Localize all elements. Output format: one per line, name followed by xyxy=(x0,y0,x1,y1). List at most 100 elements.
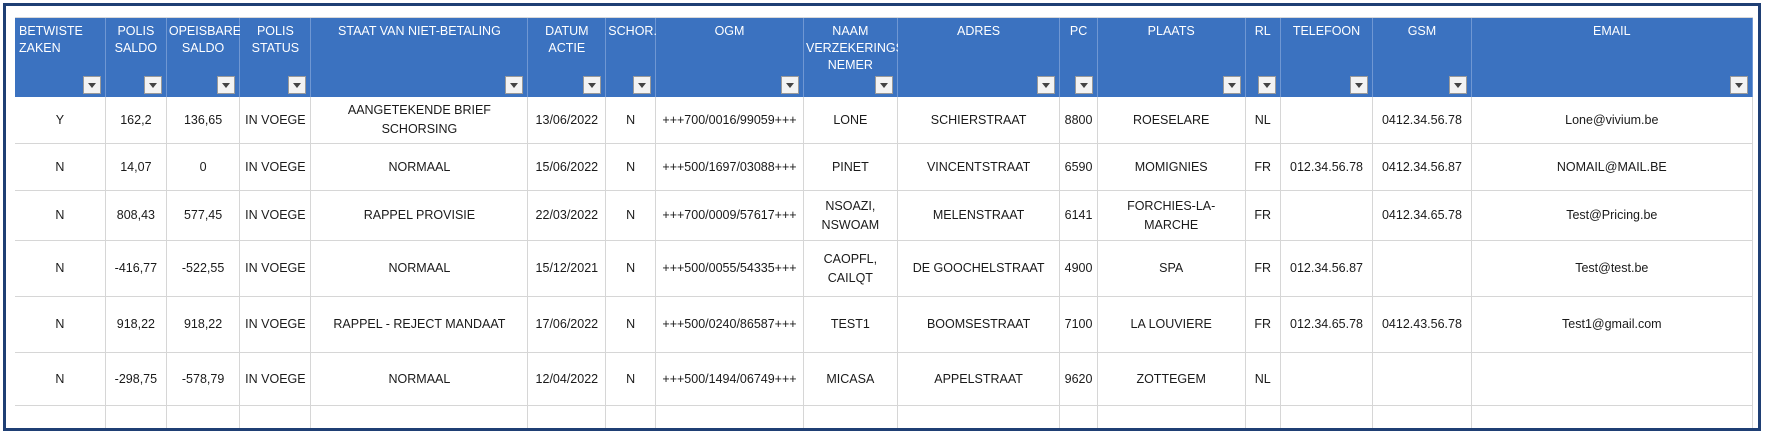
cell-schor[interactable]: N xyxy=(605,352,656,406)
cell-adres[interactable]: BOOMSESTRAAT xyxy=(897,296,1061,353)
cell-staat[interactable]: NORMAAL xyxy=(310,352,529,406)
cell-naam[interactable]: LONE xyxy=(803,97,898,144)
cell-gsm[interactable] xyxy=(1372,352,1472,406)
filter-button-gsm[interactable] xyxy=(1448,76,1467,94)
cell-rl[interactable]: NL xyxy=(1245,97,1281,144)
filter-button-adres[interactable] xyxy=(1037,76,1056,94)
cell-polis_saldo[interactable]: 918,22 xyxy=(105,296,167,353)
cell-datum_actie[interactable]: 15/06/2022 xyxy=(527,143,607,191)
empty-cell[interactable] xyxy=(310,405,529,428)
cell-naam[interactable]: MICASA xyxy=(803,352,898,406)
cell-rl[interactable]: FR xyxy=(1245,240,1281,297)
cell-schor[interactable]: N xyxy=(605,97,656,144)
cell-rl[interactable]: FR xyxy=(1245,143,1281,191)
cell-betwiste[interactable]: Y xyxy=(15,97,106,144)
cell-datum_actie[interactable]: 12/04/2022 xyxy=(527,352,607,406)
cell-email[interactable]: Lone@vivium.be xyxy=(1471,97,1754,144)
cell-betwiste[interactable]: N xyxy=(15,352,106,406)
cell-datum_actie[interactable]: 22/03/2022 xyxy=(527,190,607,241)
cell-telefoon[interactable] xyxy=(1280,190,1374,241)
cell-email[interactable]: NOMAIL@MAIL.BE xyxy=(1471,143,1754,191)
cell-email[interactable] xyxy=(1471,352,1754,406)
cell-betwiste[interactable]: N xyxy=(15,190,106,241)
empty-cell[interactable] xyxy=(527,405,607,428)
cell-schor[interactable]: N xyxy=(605,296,656,353)
cell-polis_status[interactable]: IN VOEGE xyxy=(239,143,312,191)
cell-plaats[interactable]: LA LOUVIERE xyxy=(1097,296,1246,353)
cell-opeisbare_saldo[interactable]: -578,79 xyxy=(166,352,241,406)
empty-cell[interactable] xyxy=(605,405,656,428)
cell-email[interactable]: Test1@gmail.com xyxy=(1471,296,1754,353)
cell-staat[interactable]: RAPPEL - REJECT MANDAAT xyxy=(310,296,529,353)
cell-plaats[interactable]: SPA xyxy=(1097,240,1246,297)
cell-pc[interactable]: 6141 xyxy=(1059,190,1098,241)
cell-adres[interactable]: DE GOOCHELSTRAAT xyxy=(897,240,1061,297)
cell-polis_status[interactable]: IN VOEGE xyxy=(239,97,312,144)
cell-pc[interactable]: 9620 xyxy=(1059,352,1098,406)
cell-gsm[interactable]: 0412.34.56.78 xyxy=(1372,97,1472,144)
cell-opeisbare_saldo[interactable]: 0 xyxy=(166,143,241,191)
filter-button-polis_saldo[interactable] xyxy=(143,76,162,94)
filter-button-opeisbare_saldo[interactable] xyxy=(217,76,236,94)
cell-telefoon[interactable]: 012.34.56.78 xyxy=(1280,143,1374,191)
cell-gsm[interactable] xyxy=(1372,240,1472,297)
cell-telefoon[interactable]: 012.34.65.78 xyxy=(1280,296,1374,353)
cell-schor[interactable]: N xyxy=(605,190,656,241)
cell-rl[interactable]: FR xyxy=(1245,296,1281,353)
cell-gsm[interactable]: 0412.34.65.78 xyxy=(1372,190,1472,241)
cell-telefoon[interactable]: 012.34.56.87 xyxy=(1280,240,1374,297)
cell-betwiste[interactable]: N xyxy=(15,240,106,297)
cell-adres[interactable]: SCHIERSTRAAT xyxy=(897,97,1061,144)
cell-polis_saldo[interactable]: -416,77 xyxy=(105,240,167,297)
cell-staat[interactable]: NORMAAL xyxy=(310,143,529,191)
filter-button-email[interactable] xyxy=(1730,76,1748,94)
cell-opeisbare_saldo[interactable]: 577,45 xyxy=(166,190,241,241)
cell-adres[interactable]: MELENSTRAAT xyxy=(897,190,1061,241)
cell-polis_status[interactable]: IN VOEGE xyxy=(239,352,312,406)
cell-plaats[interactable]: FORCHIES-LA-MARCHE xyxy=(1097,190,1246,241)
filter-button-pc[interactable] xyxy=(1074,76,1093,94)
cell-telefoon[interactable] xyxy=(1280,352,1374,406)
empty-cell[interactable] xyxy=(1280,405,1374,428)
cell-ogm[interactable]: +++500/1494/06749+++ xyxy=(655,352,804,406)
cell-ogm[interactable]: +++500/1697/03088+++ xyxy=(655,143,804,191)
cell-naam[interactable]: NSOAZI, NSWOAM xyxy=(803,190,898,241)
cell-pc[interactable]: 4900 xyxy=(1059,240,1098,297)
cell-plaats[interactable]: ZOTTEGEM xyxy=(1097,352,1246,406)
cell-pc[interactable]: 8800 xyxy=(1059,97,1098,144)
cell-schor[interactable]: N xyxy=(605,143,656,191)
cell-rl[interactable]: FR xyxy=(1245,190,1281,241)
cell-staat[interactable]: AANGETEKENDE BRIEF SCHORSING xyxy=(310,97,529,144)
filter-button-rl[interactable] xyxy=(1257,76,1276,94)
empty-cell[interactable] xyxy=(803,405,898,428)
empty-cell[interactable] xyxy=(1059,405,1098,428)
empty-cell[interactable] xyxy=(655,405,804,428)
cell-opeisbare_saldo[interactable]: -522,55 xyxy=(166,240,241,297)
filter-button-telefoon[interactable] xyxy=(1350,76,1369,94)
cell-betwiste[interactable]: N xyxy=(15,143,106,191)
filter-button-schor[interactable] xyxy=(633,76,651,94)
cell-schor[interactable]: N xyxy=(605,240,656,297)
cell-pc[interactable]: 7100 xyxy=(1059,296,1098,353)
cell-naam[interactable]: PINET xyxy=(803,143,898,191)
cell-opeisbare_saldo[interactable]: 136,65 xyxy=(166,97,241,144)
cell-email[interactable]: Test@test.be xyxy=(1471,240,1754,297)
empty-cell[interactable] xyxy=(1245,405,1281,428)
cell-polis_saldo[interactable]: 808,43 xyxy=(105,190,167,241)
empty-cell[interactable] xyxy=(166,405,241,428)
cell-ogm[interactable]: +++500/0240/86587+++ xyxy=(655,296,804,353)
cell-plaats[interactable]: MOMIGNIES xyxy=(1097,143,1246,191)
cell-ogm[interactable]: +++500/0055/54335+++ xyxy=(655,240,804,297)
cell-polis_saldo[interactable]: 14,07 xyxy=(105,143,167,191)
cell-datum_actie[interactable]: 17/06/2022 xyxy=(527,296,607,353)
empty-cell[interactable] xyxy=(897,405,1061,428)
cell-adres[interactable]: APPELSTRAAT xyxy=(897,352,1061,406)
cell-staat[interactable]: RAPPEL PROVISIE xyxy=(310,190,529,241)
cell-gsm[interactable]: 0412.34.56.87 xyxy=(1372,143,1472,191)
cell-polis_saldo[interactable]: -298,75 xyxy=(105,352,167,406)
filter-button-plaats[interactable] xyxy=(1222,76,1241,94)
cell-datum_actie[interactable]: 13/06/2022 xyxy=(527,97,607,144)
filter-button-polis_status[interactable] xyxy=(288,76,307,94)
cell-plaats[interactable]: ROESELARE xyxy=(1097,97,1246,144)
empty-cell[interactable] xyxy=(15,405,106,428)
